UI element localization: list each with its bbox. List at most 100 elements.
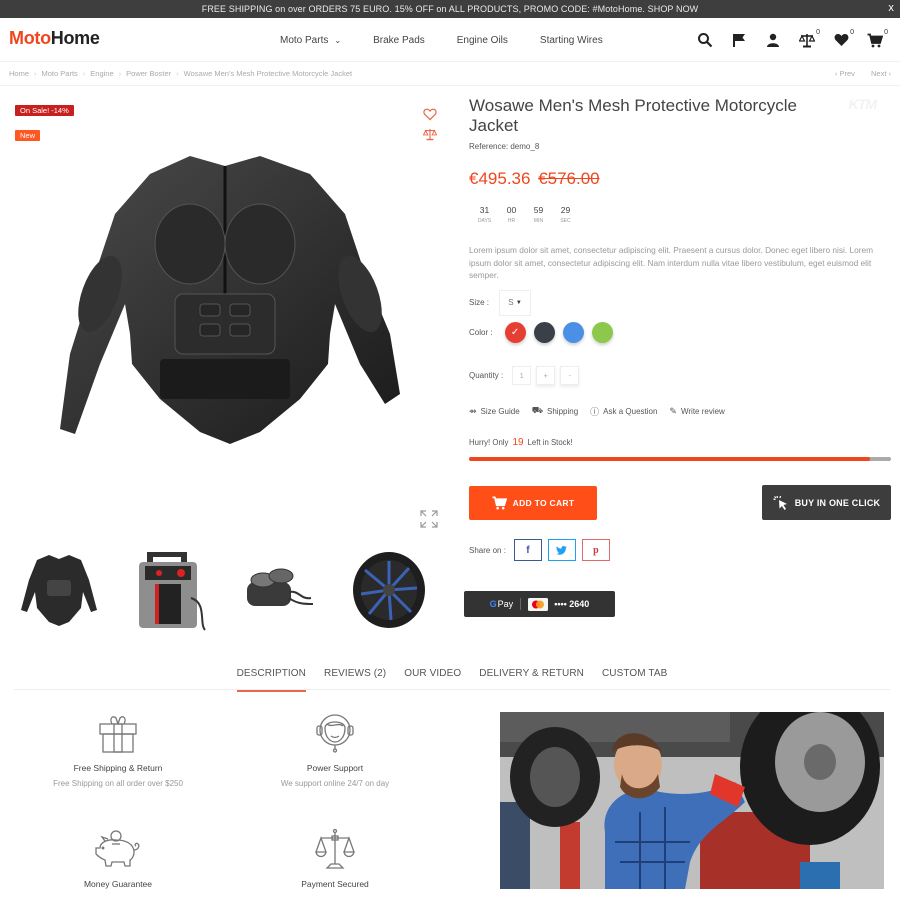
share-twitter-button[interactable] [547, 539, 576, 561]
stock-progress-fill [469, 456, 870, 461]
product-tabs: DESCRIPTION REVIEWS (2) OUR VIDEO DELIVE… [14, 668, 890, 692]
write-review-link[interactable]: ✎ Write review [669, 405, 724, 418]
close-announcement-button[interactable]: x [888, 2, 894, 14]
logo-part-home: Home [50, 28, 100, 48]
scales-icon [315, 828, 355, 869]
facebook-icon: f [526, 544, 530, 556]
google-pay-button[interactable]: G Pay •••• 2640 [464, 591, 615, 617]
countdown-label: MIN [533, 218, 544, 224]
old-price: €576.00 [538, 169, 600, 188]
stock-progress-bar [469, 456, 891, 461]
breadcrumb-engine[interactable]: Engine [90, 69, 113, 78]
share-row: Share on : f p [469, 539, 610, 561]
size-select[interactable]: S ▼ [499, 289, 532, 316]
cart-icon [867, 33, 883, 47]
gpay-label: Pay [497, 599, 514, 609]
price-block: €495.36 €576.00 [469, 169, 894, 189]
tab-description[interactable]: DESCRIPTION [228, 668, 315, 692]
wishlist-count: 0 [850, 29, 854, 36]
expand-image-button[interactable] [420, 510, 440, 530]
product-details: KTM Wosawe Men's Mesh Protective Motorcy… [464, 86, 894, 617]
feature-free-shipping: Free Shipping & Return Free Shipping on … [18, 710, 218, 788]
breadcrumb-separator: › [82, 69, 86, 78]
ask-question-link[interactable]: ⓘ Ask a Question [590, 405, 657, 418]
next-product-link[interactable]: Next › [871, 69, 891, 78]
breadcrumb-moto-parts[interactable]: Moto Parts [42, 69, 78, 78]
thumbnail-brake-caliper[interactable] [235, 546, 323, 634]
share-facebook-button[interactable]: f [513, 539, 542, 561]
feature-power-support: Power Support We support online 24/7 on … [235, 710, 435, 788]
expand-icon [420, 510, 438, 528]
prev-product-link[interactable]: ‹ Prev [835, 69, 855, 78]
heart-outline-icon [423, 108, 437, 120]
share-pinterest-button[interactable]: p [581, 539, 610, 561]
product-main-image[interactable] [60, 154, 400, 474]
shipping-link[interactable]: ⛟ Shipping [532, 405, 578, 418]
tab-delivery-return[interactable]: DELIVERY & RETURN [470, 668, 593, 690]
breadcrumb-separator: › [176, 69, 179, 78]
thumbnail-alloy-wheel[interactable] [345, 546, 433, 634]
breadcrumb-home[interactable]: Home [9, 69, 29, 78]
countdown-seconds: 29 SEC [552, 205, 579, 224]
language-button[interactable] [722, 28, 756, 52]
caret-down-icon: ▼ [515, 299, 522, 306]
add-to-wishlist-button[interactable] [422, 106, 438, 122]
nav-item-moto-parts[interactable]: Moto Parts ⌄ [280, 35, 341, 46]
color-swatch-dark[interactable] [533, 321, 555, 343]
breadcrumb-separator: › [118, 69, 122, 78]
nav-item-brake-pads[interactable]: Brake Pads [373, 35, 425, 46]
logo-part-moto: Moto [9, 28, 51, 48]
brand-logo[interactable]: KTM [849, 96, 877, 112]
nav-item-starting-wires[interactable]: Starting Wires [540, 35, 603, 46]
gift-icon [99, 716, 137, 753]
mastercard-icon [528, 597, 549, 611]
add-to-compare-button[interactable] [422, 126, 438, 142]
account-button[interactable] [756, 28, 790, 52]
current-price: €495.36 [469, 169, 531, 188]
tab-reviews[interactable]: REVIEWS (2) [315, 668, 395, 690]
color-swatch-red[interactable]: ✓ [504, 321, 526, 343]
check-icon: ✓ [510, 326, 520, 338]
announcement-text[interactable]: FREE SHIPPING on over ORDERS 75 EURO. 15… [202, 4, 699, 14]
announcement-bar: FREE SHIPPING on over ORDERS 75 EURO. 15… [0, 0, 900, 18]
compare-button[interactable]: 0 [790, 28, 824, 52]
heart-icon [834, 34, 848, 46]
thumbnail-jump-starter[interactable] [125, 546, 213, 634]
pinterest-icon: p [593, 544, 599, 556]
thumbnail-motorcycle-jacket[interactable] [15, 546, 103, 634]
nav-label: Moto Parts [280, 34, 329, 46]
mechanic-promo-image [500, 712, 884, 889]
nav-item-engine-oils[interactable]: Engine Oils [457, 35, 508, 46]
feature-title: Money Guarantee [83, 879, 153, 889]
cart-button[interactable]: 0 [858, 28, 892, 52]
logo[interactable]: MotoHome [9, 28, 100, 49]
quantity-input[interactable]: 1 [512, 365, 532, 385]
tab-custom[interactable]: CUSTOM TAB [593, 668, 676, 690]
search-button[interactable] [688, 28, 722, 52]
quantity-decrease-button[interactable]: - [560, 365, 580, 385]
add-to-cart-button[interactable]: ADD TO CART [469, 486, 597, 520]
card-number: •••• 2640 [554, 599, 590, 609]
size-guide-link[interactable]: ⇴ Size Guide [469, 405, 520, 418]
share-label: Share on : [469, 545, 506, 555]
color-swatch-green[interactable] [591, 321, 613, 343]
link-label: Ask a Question [603, 406, 658, 416]
chevron-down-icon: ⌄ [334, 35, 342, 45]
quantity-increase-button[interactable]: + [536, 365, 556, 385]
divider [520, 598, 522, 610]
buy-one-click-button[interactable]: BUY IN ONE CLICK [762, 485, 891, 520]
breadcrumb-power-boster[interactable]: Power Boster [126, 69, 171, 78]
wishlist-button[interactable]: 0 [824, 28, 858, 52]
countdown-label: HR [507, 218, 516, 224]
google-g-icon: G [489, 599, 497, 609]
ruler-icon: ⇴ [469, 405, 477, 416]
header-icons: 0 0 0 [688, 18, 892, 62]
product-short-description: Lorem ipsum dolor sit amet, consectetur … [469, 245, 873, 280]
color-label: Color : [469, 327, 493, 337]
product-reference: Reference: demo_8 [469, 142, 540, 151]
tab-our-video[interactable]: OUR VIDEO [395, 668, 470, 690]
header: MotoHome Moto Parts ⌄ Brake Pads Engine O… [0, 18, 900, 62]
main-nav: Moto Parts ⌄ Brake Pads Engine Oils Start… [280, 18, 635, 62]
countdown-days: 31 DAYS [471, 205, 498, 224]
color-swatch-blue[interactable] [562, 321, 584, 343]
